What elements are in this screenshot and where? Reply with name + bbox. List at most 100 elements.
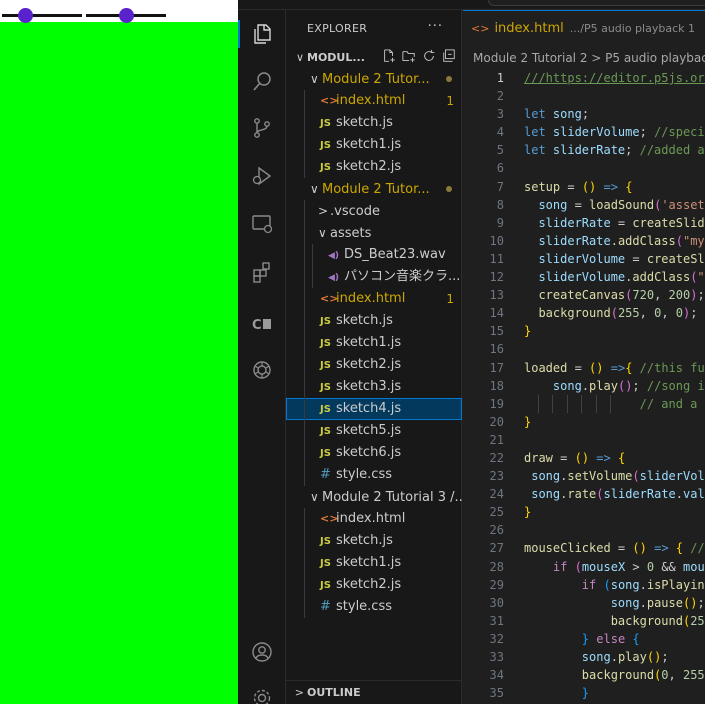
breadcrumb[interactable]: Module 2 Tutorial 2 > P5 audio playback: [463, 47, 705, 69]
code-token: >: [625, 559, 647, 574]
code-token: =>: [610, 360, 626, 375]
tree-item-label: Module 2 Tutorial 3 /...: [322, 490, 462, 505]
code-token: sliderVolume: [538, 270, 626, 285]
tree-folder[interactable]: ∨ Module 2 Tutor...: [286, 68, 462, 90]
source-control-button[interactable]: [238, 108, 286, 148]
copilot-ce-button[interactable]: C: [238, 304, 286, 344]
source-control-icon: [254, 118, 270, 138]
code-token: sliderVolume: [538, 251, 626, 266]
code-line: 11 sliderVolume = createSl: [463, 250, 705, 268]
p5-canvas[interactable]: [0, 22, 238, 704]
more-actions-button[interactable]: ···: [428, 19, 443, 34]
tab-index-html[interactable]: <> index.html .../P5 audio playback 1: [463, 10, 705, 46]
tree-file[interactable]: ◀) パソコン音楽クラ...: [286, 266, 462, 288]
tree-file[interactable]: JS sketch.js: [286, 310, 462, 332]
code-line: 3 let song;: [463, 105, 705, 123]
tree-file[interactable]: JS sketch5.js: [286, 420, 462, 442]
tree-file[interactable]: JS sketch.js: [286, 112, 462, 134]
code-token: 0: [661, 668, 669, 683]
tree-file[interactable]: <>index.html: [286, 508, 462, 530]
tree-file[interactable]: JS sketch1.js: [286, 552, 462, 574]
tree-folder[interactable]: ∨ Module 2 Tutorial 3 /...: [286, 486, 462, 508]
tree-file[interactable]: JS sketch.js: [286, 530, 462, 552]
tree-file[interactable]: # style.css: [286, 596, 462, 618]
search-button[interactable]: [238, 62, 286, 102]
code-token: isPlayin: [646, 577, 705, 592]
indent-guide: [304, 288, 305, 310]
code-token: song: [610, 595, 640, 610]
tree-folder[interactable]: ∨ Module 2 Tutor...: [286, 178, 462, 200]
tree-file[interactable]: JS sketch2.js: [286, 156, 462, 178]
tree-item-label: sketch4.js: [336, 401, 402, 416]
explorer-button[interactable]: [238, 14, 286, 54]
tree-file[interactable]: JS sketch6.js: [286, 442, 462, 464]
account-button[interactable]: [238, 632, 286, 672]
code-line: 2: [463, 87, 705, 105]
code-token: background: [538, 306, 611, 321]
collapse-all-icon[interactable]: [442, 49, 456, 63]
code-token: setup: [524, 179, 561, 194]
tree-item-label: sketch1.js: [336, 555, 402, 570]
code-token: 720: [632, 288, 655, 303]
tree-file[interactable]: JS sketch1.js: [286, 332, 462, 354]
code-text: if (song.isPlayin: [524, 576, 705, 594]
settings-button[interactable]: [238, 678, 286, 704]
line-number: 3: [496, 107, 504, 122]
rate-slider[interactable]: [2, 8, 82, 23]
code-token: addClass: [632, 270, 691, 285]
code-token: =>: [654, 541, 669, 556]
code-line: 14 background(255, 0, 0);: [463, 304, 705, 322]
code-token: (: [574, 559, 582, 574]
tree-folder[interactable]: > .vscode: [286, 200, 462, 222]
tree-file[interactable]: JS sketch4.js: [286, 398, 462, 420]
tree-file[interactable]: <>index.html 1: [286, 90, 462, 112]
slider-thumb[interactable]: [18, 8, 33, 23]
line-number: 9: [496, 215, 504, 230]
code-token: }: [524, 324, 532, 339]
new-folder-icon[interactable]: [402, 49, 416, 63]
openai-button[interactable]: [238, 350, 286, 390]
code-token: song: [531, 469, 561, 484]
tree-item-label: パソコン音楽クラ...: [344, 269, 461, 284]
code-text: if (mouseX > 0 && mou: [524, 558, 705, 576]
indent-guide: [312, 266, 313, 288]
line-number: 8: [496, 197, 504, 212]
tree-item-label: sketch.js: [336, 533, 393, 548]
tree-file[interactable]: JS sketch2.js: [286, 574, 462, 596]
chevron-right-icon: >: [294, 686, 304, 699]
code-editor[interactable]: 1///https://editor.p5js.org 2 3 let song; 4 l…: [463, 69, 705, 702]
tree-file[interactable]: JS sketch1.js: [286, 134, 462, 156]
workspace-section-header[interactable]: ∨ MODUL...: [286, 46, 462, 68]
code-text: song.play(); //song i: [524, 377, 705, 395]
remote-explorer-button[interactable]: [238, 204, 286, 244]
code-line: 29 if (song.isPlayin: [463, 576, 705, 594]
code-text: sliderRate.addClass("my: [524, 232, 704, 250]
problem-count-badge: 1: [446, 292, 454, 306]
html-file-icon: <>: [320, 512, 339, 525]
code-line: 28 if (mouseX > 0 && mou: [463, 558, 705, 576]
tree-file[interactable]: <>index.html 1: [286, 288, 462, 310]
tree-file[interactable]: JS sketch3.js: [286, 376, 462, 398]
code-token: ): [639, 541, 647, 556]
code-token: {: [625, 179, 633, 194]
run-debug-button[interactable]: [238, 156, 286, 196]
tree-file[interactable]: # style.css: [286, 464, 462, 486]
outline-section-header[interactable]: > OUTLINE: [286, 680, 462, 704]
slider-thumb[interactable]: [119, 8, 134, 23]
tree-folder[interactable]: ∨ assets: [286, 222, 462, 244]
js-file-icon: JS: [320, 338, 331, 349]
tree-file[interactable]: JS sketch2.js: [286, 354, 462, 376]
code-token: =: [625, 251, 647, 266]
volume-slider[interactable]: [86, 8, 166, 23]
new-file-icon[interactable]: [382, 49, 396, 63]
command-center[interactable]: [488, 0, 705, 6]
tree-item-label: sketch3.js: [336, 379, 402, 394]
tree-file[interactable]: ◀) DS_Beat23.wav: [286, 244, 462, 266]
chevron-down-icon: ∨: [310, 72, 319, 86]
code-token: sliderVol: [639, 469, 705, 484]
extensions-button[interactable]: [238, 252, 286, 292]
refresh-icon[interactable]: [422, 49, 436, 63]
